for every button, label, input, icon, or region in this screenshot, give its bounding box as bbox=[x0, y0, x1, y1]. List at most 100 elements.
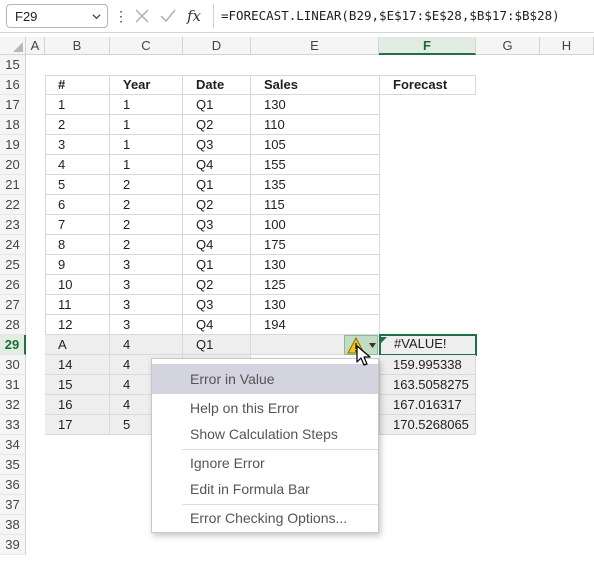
column-header-c[interactable]: C bbox=[110, 37, 183, 55]
column-header-h[interactable]: H bbox=[540, 37, 594, 55]
cell-sales[interactable]: 135 bbox=[251, 175, 380, 195]
row-header[interactable]: 26 bbox=[0, 275, 26, 295]
enter-icon[interactable] bbox=[156, 4, 180, 28]
row-header[interactable]: 16 bbox=[0, 75, 26, 95]
cell-number[interactable]: 14 bbox=[45, 355, 110, 375]
cell-date[interactable]: Q2 bbox=[183, 195, 251, 215]
cell-date[interactable]: Q1 bbox=[183, 175, 251, 195]
cell-number[interactable]: 9 bbox=[45, 255, 110, 275]
row-header[interactable]: 27 bbox=[0, 295, 26, 315]
cell-number[interactable]: 1 bbox=[45, 95, 110, 115]
name-box[interactable]: F29 bbox=[6, 4, 108, 28]
cell-number[interactable]: A bbox=[45, 335, 110, 355]
row-header[interactable]: 33 bbox=[0, 415, 26, 435]
cell-year[interactable]: 2 bbox=[110, 175, 183, 195]
cell-sales[interactable]: 130 bbox=[251, 295, 380, 315]
row-header[interactable]: 18 bbox=[0, 115, 26, 135]
cell-year[interactable]: 1 bbox=[110, 115, 183, 135]
header-sales[interactable]: Sales bbox=[251, 75, 380, 95]
cell-number[interactable]: 15 bbox=[45, 375, 110, 395]
cell-sales[interactable]: 125 bbox=[251, 275, 380, 295]
cell-number[interactable]: 2 bbox=[45, 115, 110, 135]
cell-sales[interactable]: 100 bbox=[251, 215, 380, 235]
column-header-e[interactable]: E bbox=[251, 37, 379, 55]
cell-year[interactable]: 3 bbox=[110, 295, 183, 315]
column-header-g[interactable]: G bbox=[476, 37, 540, 55]
cell-number[interactable]: 6 bbox=[45, 195, 110, 215]
menu-item-show-calculation-steps[interactable]: Show Calculation Steps bbox=[152, 421, 378, 447]
menu-item-ignore-error[interactable]: Ignore Error bbox=[152, 450, 378, 476]
row-header[interactable]: 38 bbox=[0, 515, 26, 535]
select-all-button[interactable] bbox=[0, 37, 26, 55]
cell-number[interactable]: 8 bbox=[45, 235, 110, 255]
row-header[interactable]: 22 bbox=[0, 195, 26, 215]
cell-year[interactable]: 4 bbox=[110, 335, 183, 355]
header-number[interactable]: # bbox=[45, 75, 110, 95]
cell-forecast[interactable]: 163.5058275 bbox=[379, 375, 476, 395]
cell-date[interactable]: Q1 bbox=[183, 255, 251, 275]
menu-item-edit-in-formula-bar[interactable]: Edit in Formula Bar bbox=[152, 476, 378, 502]
cell-date[interactable]: Q2 bbox=[183, 115, 251, 135]
cell-forecast[interactable]: 159.995338 bbox=[379, 355, 476, 375]
column-header-d[interactable]: D bbox=[183, 37, 251, 55]
cell-forecast[interactable]: 170.5268065 bbox=[379, 415, 476, 435]
cell-date[interactable]: Q4 bbox=[183, 235, 251, 255]
cell-forecast-selected[interactable]: #VALUE! bbox=[379, 334, 477, 356]
cell-sales[interactable]: 115 bbox=[251, 195, 380, 215]
column-header-b[interactable]: B bbox=[45, 37, 110, 55]
row-header[interactable]: 20 bbox=[0, 155, 26, 175]
row-header[interactable]: 25 bbox=[0, 255, 26, 275]
cell-date[interactable]: Q3 bbox=[183, 215, 251, 235]
cell-date[interactable]: Q3 bbox=[183, 135, 251, 155]
cell-number[interactable]: 3 bbox=[45, 135, 110, 155]
row-header[interactable]: 37 bbox=[0, 495, 26, 515]
cell-number[interactable]: 12 bbox=[45, 315, 110, 335]
cell-number[interactable]: 17 bbox=[45, 415, 110, 435]
row-header[interactable]: 21 bbox=[0, 175, 26, 195]
menu-item-error-checking-options[interactable]: Error Checking Options... bbox=[152, 505, 378, 531]
cell-sales[interactable]: 155 bbox=[251, 155, 380, 175]
cell-year[interactable]: 1 bbox=[110, 95, 183, 115]
header-year[interactable]: Year bbox=[110, 75, 183, 95]
row-header[interactable]: 35 bbox=[0, 455, 26, 475]
chevron-down-icon[interactable] bbox=[92, 12, 101, 21]
row-header[interactable]: 31 bbox=[0, 375, 26, 395]
row-header[interactable]: 39 bbox=[0, 535, 26, 555]
header-date[interactable]: Date bbox=[183, 75, 251, 95]
menu-item-help-on-error[interactable]: Help on this Error bbox=[152, 395, 378, 421]
row-header[interactable]: 34 bbox=[0, 435, 26, 455]
cell-year[interactable]: 2 bbox=[110, 235, 183, 255]
formula-input[interactable]: =FORECAST.LINEAR(B29,$E$17:$E$28,$B$17:$… bbox=[221, 2, 560, 30]
row-header[interactable]: 17 bbox=[0, 95, 26, 115]
cell-year[interactable]: 1 bbox=[110, 155, 183, 175]
cell-year[interactable]: 3 bbox=[110, 255, 183, 275]
more-options-icon[interactable]: ⋮ bbox=[114, 6, 128, 26]
row-header-selected[interactable]: 29 bbox=[0, 335, 26, 355]
row-header[interactable]: 19 bbox=[0, 135, 26, 155]
cell-forecast[interactable]: 167.016317 bbox=[379, 395, 476, 415]
cell-sales[interactable]: 130 bbox=[251, 95, 380, 115]
cell-date[interactable]: Q1 bbox=[183, 95, 251, 115]
cell-date[interactable]: Q4 bbox=[183, 155, 251, 175]
cell-date[interactable]: Q2 bbox=[183, 275, 251, 295]
header-forecast[interactable]: Forecast bbox=[379, 75, 476, 95]
cell-date[interactable]: Q3 bbox=[183, 295, 251, 315]
cell-number[interactable]: 10 bbox=[45, 275, 110, 295]
cell-date[interactable]: Q1 bbox=[183, 335, 251, 355]
row-header[interactable]: 24 bbox=[0, 235, 26, 255]
column-header-a[interactable]: A bbox=[26, 37, 45, 55]
cell-number[interactable]: 5 bbox=[45, 175, 110, 195]
row-header[interactable]: 32 bbox=[0, 395, 26, 415]
cell-year[interactable]: 3 bbox=[110, 275, 183, 295]
cell-number[interactable]: 4 bbox=[45, 155, 110, 175]
row-header[interactable]: 36 bbox=[0, 475, 26, 495]
cell-year[interactable]: 3 bbox=[110, 315, 183, 335]
cell-number[interactable]: 11 bbox=[45, 295, 110, 315]
row-header[interactable]: 30 bbox=[0, 355, 26, 375]
cell-year[interactable]: 2 bbox=[110, 195, 183, 215]
cell-sales[interactable]: 194 bbox=[251, 315, 380, 335]
cell-year[interactable]: 2 bbox=[110, 215, 183, 235]
row-header[interactable]: 15 bbox=[0, 55, 26, 75]
row-header[interactable]: 23 bbox=[0, 215, 26, 235]
cell-sales[interactable]: 105 bbox=[251, 135, 380, 155]
